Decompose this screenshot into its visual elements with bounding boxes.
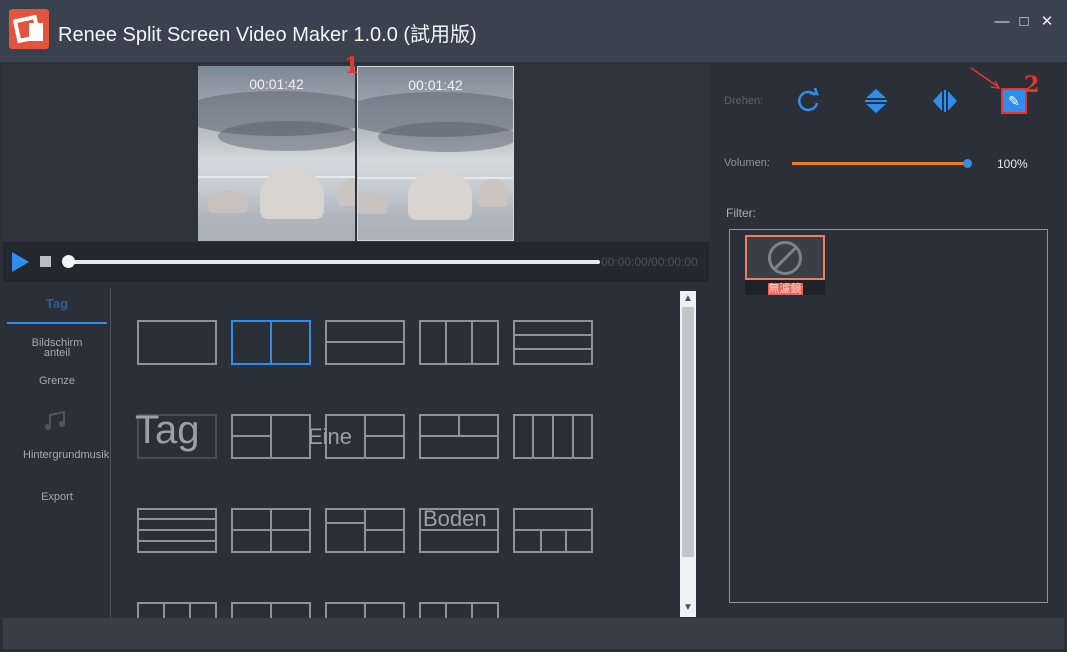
play-icon[interactable] [12, 252, 29, 272]
flip-horizontal-icon[interactable] [930, 86, 960, 116]
nav-item-bildschirmanteil[interactable]: Bildschirm anteil [3, 337, 111, 359]
side-navigation: Tag Bildschirm anteil Grenze Hintergrund… [3, 288, 111, 618]
layout-tile-two-horizontal[interactable] [325, 320, 405, 365]
pane-1-time: 00:01:42 [249, 76, 304, 92]
pencil-icon: ✎ [1008, 93, 1020, 109]
app-logo-icon [9, 9, 49, 49]
layout-tile-two-vertical[interactable] [231, 320, 311, 365]
layout-tile-row3-5[interactable] [513, 508, 593, 553]
no-filter-icon [768, 241, 802, 275]
properties-panel: Drehen: ✎ 2 Volumen: 100% Filter: 無濾鏡 [711, 64, 1064, 618]
scroll-thumb[interactable] [682, 307, 694, 557]
layout-tile-quad[interactable] [231, 508, 311, 553]
layout-panel: Tag Bildschirm anteil Grenze Hintergrund… [3, 288, 709, 618]
music-icon [3, 410, 111, 434]
volume-handle[interactable] [963, 159, 972, 168]
overlay-text-boden: Boden [423, 506, 487, 531]
nav-label-export: Export [41, 491, 73, 503]
volume-value: 100% [997, 157, 1028, 171]
step-marker-2: 2 [1024, 72, 1040, 98]
pointer-arrow-icon [970, 67, 1001, 89]
layout-tile-row4-2[interactable] [231, 602, 311, 618]
nav-item-export[interactable]: Export [3, 491, 111, 503]
maximize-icon[interactable]: □ [1014, 12, 1034, 32]
volume-slider[interactable] [792, 162, 967, 165]
rotate-label: Drehen: [724, 95, 764, 107]
filter-list: 無濾鏡 [729, 229, 1048, 603]
editor-area: 00:01:42 00:01:42 1 00:00:00/00:00:00 Ta… [3, 53, 709, 618]
layout-tile-three-vertical[interactable] [419, 320, 499, 365]
nav-label-bildschirmanteil: Bildschirm anteil [31, 337, 83, 359]
filter-label: Filter: [726, 206, 756, 220]
rotate-icon[interactable] [793, 86, 823, 116]
filter-name-text: 無濾鏡 [767, 283, 803, 295]
preview-pane-1[interactable]: 00:01:42 [198, 66, 355, 241]
layout-tile-four-vertical[interactable] [513, 414, 593, 459]
seek-handle[interactable] [62, 255, 75, 268]
playback-controls: 00:00:00/00:00:00 [3, 242, 709, 282]
nav-item-grenze[interactable]: Grenze [3, 375, 111, 387]
overlay-text-tag: Tag [135, 408, 200, 452]
filter-item-none[interactable] [745, 235, 825, 280]
layout-tile-row3-3[interactable] [325, 508, 405, 553]
seek-bar[interactable] [67, 260, 600, 264]
video-preview: 00:01:42 00:01:42 1 [3, 53, 709, 242]
title-bar: Renee Split Screen Video Maker 1.0.0 (試用… [0, 0, 1067, 62]
layout-tile-row2-4[interactable] [419, 414, 499, 459]
flip-vertical-icon[interactable] [861, 86, 891, 116]
nav-label-tag: Tag [45, 296, 69, 311]
scroll-down-icon[interactable]: ▼ [680, 601, 696, 615]
close-icon[interactable]: ✕ [1037, 12, 1057, 32]
layout-tile-row4-1[interactable] [137, 602, 217, 618]
layout-grid: Tag Eine Boden [113, 288, 681, 618]
nav-item-hintergrundmusik[interactable]: Hintergrundmusik [3, 450, 111, 461]
preview-pane-2[interactable]: 00:01:42 [357, 66, 514, 241]
layout-tile-three-horizontal[interactable] [513, 320, 593, 365]
layout-tile-row4-4[interactable] [419, 602, 499, 618]
layout-tile-single[interactable] [137, 320, 217, 365]
layout-tile-row4-3[interactable] [325, 602, 405, 618]
overlay-text-eine: Eine [308, 424, 353, 449]
layout-tile-row2-2[interactable] [231, 414, 311, 459]
nav-item-tag[interactable]: Tag [3, 296, 111, 311]
filter-item-name: 無濾鏡 [745, 280, 825, 295]
scroll-up-icon[interactable]: ▲ [680, 292, 696, 306]
layout-scrollbar[interactable]: ▲ ▼ [680, 291, 696, 617]
nav-label-grenze: Grenze [38, 375, 76, 387]
active-tab-indicator [7, 322, 107, 324]
pane-2-time: 00:01:42 [408, 77, 463, 93]
stop-icon[interactable] [40, 256, 51, 267]
minimize-icon[interactable]: — [992, 12, 1012, 32]
layout-tile-four-horizontal[interactable] [137, 508, 217, 553]
status-bar [3, 618, 1064, 649]
time-readout: 00:00:00/00:00:00 [601, 255, 698, 269]
nav-label-hintergrundmusik: Hintergrundmusik [23, 449, 110, 461]
app-title: Renee Split Screen Video Maker 1.0.0 (試用… [58, 24, 477, 46]
step-marker-1: 1 [344, 53, 360, 79]
volume-label: Volumen: [724, 157, 770, 169]
